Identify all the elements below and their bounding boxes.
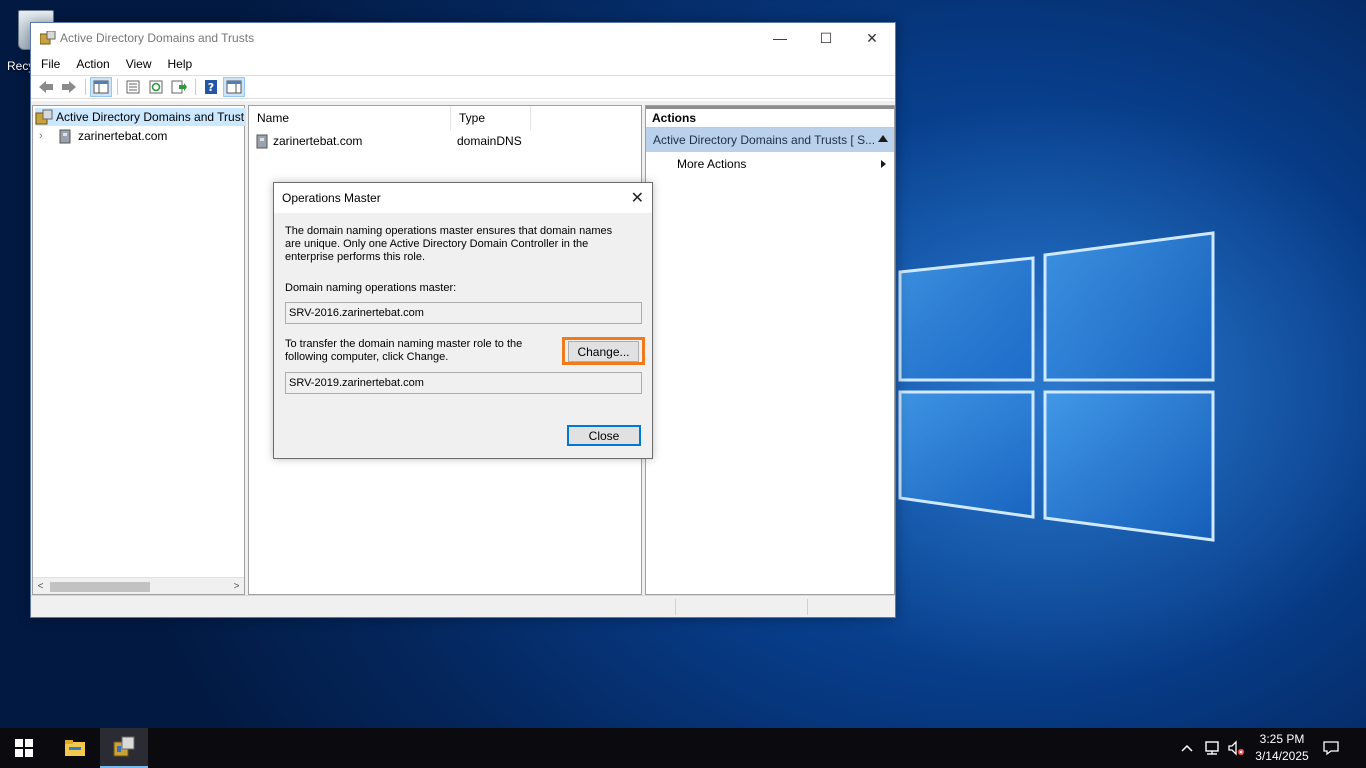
notification-icon (1323, 741, 1339, 756)
column-header-type[interactable]: Type (451, 106, 531, 130)
close-button[interactable]: Close (567, 425, 641, 446)
toolbar-separator (85, 79, 86, 95)
dialog-title-bar[interactable]: Operations Master ✕ (274, 183, 652, 213)
maximize-button[interactable]: ☐ (803, 23, 849, 53)
current-master-field[interactable]: SRV-2016.zarinertebat.com (285, 302, 642, 324)
show-hide-action-pane-icon (226, 80, 242, 94)
console-tree: Active Directory Domains and Trust › zar… (32, 105, 247, 595)
status-divider (807, 599, 808, 615)
chevron-up-icon (1181, 744, 1193, 752)
row-type: domainDNS (457, 134, 522, 148)
scroll-right-icon[interactable]: > (229, 579, 244, 594)
tree-item-domain[interactable]: › zarinertebat.com (39, 127, 167, 145)
taskbar: 3:25 PM 3/14/2025 (0, 728, 1366, 768)
refresh-icon (149, 80, 163, 94)
close-icon[interactable]: ✕ (631, 188, 644, 208)
domain-icon (59, 129, 71, 144)
ad-domains-trusts-app-icon (40, 31, 56, 45)
forward-icon (62, 81, 76, 93)
status-bar (31, 595, 895, 617)
volume-tray-button[interactable] (1227, 728, 1247, 768)
chevron-right-icon[interactable]: › (39, 130, 53, 142)
action-center-button[interactable] (1322, 728, 1344, 768)
ad-domains-trusts-icon (113, 736, 135, 757)
menu-file[interactable]: File (35, 57, 66, 71)
file-explorer-taskbar-button[interactable] (51, 728, 99, 768)
network-icon (1205, 741, 1219, 755)
minimize-button[interactable]: — (757, 23, 803, 53)
scrollbar-thumb[interactable] (50, 582, 150, 592)
master-label: Domain naming operations master: (285, 282, 457, 294)
toolbar-separator (117, 79, 118, 95)
taskbar-clock[interactable]: 3:25 PM 3/14/2025 (1252, 731, 1312, 765)
back-button[interactable] (35, 77, 57, 97)
title-bar[interactable]: Active Directory Domains and Trusts — ☐ … (31, 23, 895, 53)
status-divider (675, 599, 676, 615)
menu-bar: File Action View Help (31, 53, 895, 75)
properties-icon (126, 80, 140, 94)
svg-text:?: ? (208, 81, 214, 94)
clock-time: 3:25 PM (1259, 732, 1305, 746)
folder-icon (65, 740, 85, 756)
operations-master-dialog: Operations Master ✕ The domain naming op… (273, 182, 653, 459)
domain-icon (256, 134, 268, 149)
collapse-up-icon[interactable] (878, 135, 888, 142)
actions-section-label: Active Directory Domains and Trusts [ S.… (653, 133, 876, 147)
ad-domains-trusts-taskbar-button[interactable] (100, 728, 148, 768)
help-button[interactable]: ? (200, 77, 222, 97)
more-actions-label: More Actions (677, 157, 747, 171)
dialog-description: The domain naming operations master ensu… (285, 225, 613, 263)
show-hide-console-tree-icon (93, 80, 109, 94)
windows-start-icon (15, 739, 33, 757)
scroll-left-icon[interactable]: < (33, 579, 48, 594)
ad-domains-trusts-icon (35, 109, 53, 125)
actions-pane: Actions Active Directory Domains and Tru… (645, 105, 895, 595)
clock-date: 3/14/2025 (1255, 749, 1309, 763)
export-list-icon (171, 80, 187, 94)
submenu-arrow-icon (881, 160, 886, 168)
transfer-text: To transfer the domain naming master rol… (285, 338, 523, 363)
volume-muted-icon (1228, 740, 1245, 756)
menu-action[interactable]: Action (70, 57, 115, 71)
toolbar: ? (31, 75, 895, 99)
show-hidden-icons-button[interactable] (1180, 728, 1198, 768)
export-list-button[interactable] (168, 77, 190, 97)
toolbar-separator (195, 79, 196, 95)
show-hide-console-tree-button[interactable] (90, 77, 112, 97)
change-button[interactable]: Change... (568, 341, 639, 362)
forward-button[interactable] (58, 77, 80, 97)
window-title: Active Directory Domains and Trusts (60, 31, 255, 45)
tree-root-label: Active Directory Domains and Trust (56, 110, 245, 124)
table-row[interactable]: zarinertebat.com domainDNS (255, 132, 635, 150)
network-tray-button[interactable] (1203, 728, 1223, 768)
more-actions-item[interactable]: More Actions (646, 152, 894, 176)
tree-item-root[interactable]: Active Directory Domains and Trust (35, 108, 247, 126)
actions-section-header[interactable]: Active Directory Domains and Trusts [ S.… (646, 128, 894, 152)
close-window-button[interactable]: ✕ (849, 23, 895, 53)
start-button[interactable] (0, 728, 48, 768)
menu-view[interactable]: View (120, 57, 158, 71)
back-icon (39, 81, 53, 93)
target-computer-field[interactable]: SRV-2019.zarinertebat.com (285, 372, 642, 394)
column-header-name[interactable]: Name (249, 106, 451, 130)
help-icon: ? (205, 80, 217, 94)
menu-help[interactable]: Help (162, 57, 199, 71)
row-name: zarinertebat.com (273, 134, 363, 148)
actions-title: Actions (646, 106, 894, 128)
show-hide-action-pane-button[interactable] (223, 77, 245, 97)
tree-domain-label: zarinertebat.com (78, 129, 168, 143)
tree-horizontal-scrollbar[interactable]: < > (33, 577, 244, 594)
dialog-title: Operations Master (282, 191, 381, 205)
change-button-highlight: Change... (562, 337, 645, 365)
refresh-button[interactable] (145, 77, 167, 97)
properties-button[interactable] (122, 77, 144, 97)
